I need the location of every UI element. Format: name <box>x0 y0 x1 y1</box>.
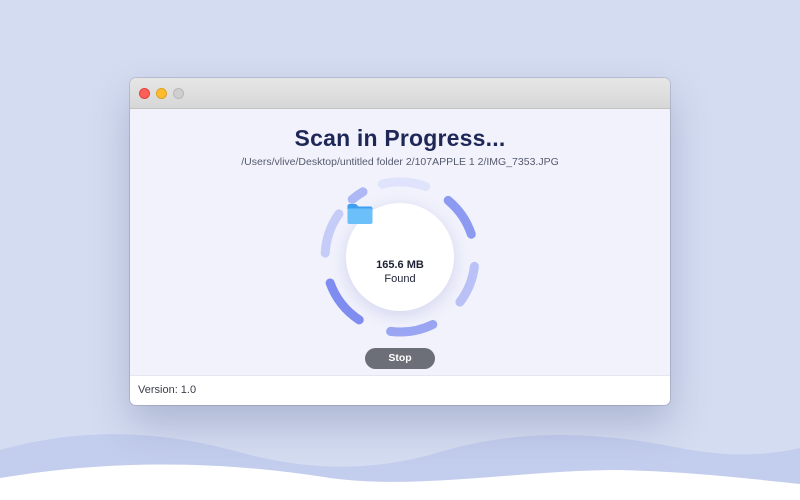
scan-title: Scan in Progress... <box>294 125 506 151</box>
ring-segment <box>455 261 479 307</box>
ring-segment <box>325 278 364 325</box>
app-window: Scan in Progress... /Users/vlive/Desktop… <box>130 78 670 405</box>
minimize-window-button[interactable] <box>156 88 167 99</box>
scan-current-path: /Users/vlive/Desktop/untitled folder 2/1… <box>241 156 559 168</box>
scan-panel: Scan in Progress... /Users/vlive/Desktop… <box>130 109 670 375</box>
stop-scan-button[interactable]: Stop <box>365 348 435 369</box>
scan-status-disc: 165.6 MB Found <box>346 203 454 311</box>
ring-segment <box>320 209 344 258</box>
ring-segment <box>386 320 438 337</box>
ring-segment <box>443 195 476 239</box>
scan-progress-ring: 165.6 MB Found <box>320 177 480 337</box>
found-label: Found <box>384 273 416 285</box>
title-bar[interactable] <box>130 78 670 109</box>
close-window-button[interactable] <box>139 88 150 99</box>
maximize-window-button[interactable] <box>173 88 184 99</box>
ring-segment <box>347 187 368 204</box>
found-size-value: 165.6 MB <box>376 259 424 271</box>
folder-icon <box>347 204 373 224</box>
ring-segment <box>377 177 431 191</box>
status-footer: Version: 1.0 <box>130 375 670 405</box>
version-label: Version: 1.0 <box>138 384 197 396</box>
